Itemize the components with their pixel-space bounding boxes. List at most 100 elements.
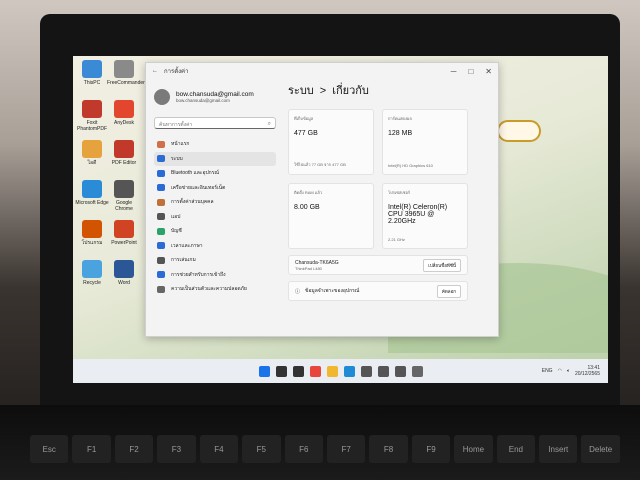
settings-icon[interactable] — [411, 365, 423, 377]
device-spec-row[interactable]: ⓘ ข้อมูลจำเพาะของอุปกรณ์ คัดลอก — [288, 281, 468, 301]
keyboard-key[interactable]: F1 — [72, 435, 111, 463]
desktop-shortcut[interactable]: PDF Editor — [107, 140, 141, 166]
desktop-shortcut[interactable]: โปรแกรม — [75, 220, 109, 246]
clock[interactable]: 13:41 20/12/2565 — [575, 365, 600, 377]
desktop-shortcut[interactable]: ThisPC — [75, 60, 109, 86]
clock-date: 20/12/2565 — [574, 371, 600, 377]
shield-icon — [157, 285, 165, 293]
app-icon — [82, 220, 102, 238]
volume-icon[interactable]: 🔈︎ — [567, 368, 570, 374]
sidebar-item-label: แอป — [171, 213, 181, 220]
keyboard-key[interactable]: F7 — [326, 435, 366, 463]
sidebar-item-label: การตั้งค่าส่วนบุคคล — [171, 199, 214, 206]
windows-start-icon[interactable] — [258, 365, 270, 377]
sidebar-item[interactable]: แอป — [154, 210, 276, 225]
taskbar: ENG ◠ 🔈︎ 13:41 20/12/2565 — [73, 359, 608, 383]
search-input[interactable]: ค้นหาการตั้งค่า ⌕ — [154, 117, 276, 129]
spec-card-value: 477 GB — [294, 130, 318, 137]
spec-card[interactable]: โปรเซสเซอร์ Intel(R) Celeron(R) CPU 3965U… — [382, 183, 468, 249]
copy-button[interactable]: คัดลอก — [436, 284, 461, 298]
spec-card[interactable]: ติดตั้ง RAM แล้ว 8.00 GB — [288, 183, 374, 249]
spec-card[interactable]: ที่เก็บข้อมูล 477 GB ใช้ไปแล้ว 77 GB จาก 4… — [288, 109, 374, 175]
desktop-shortcut[interactable]: Microsoft Edge — [75, 180, 109, 206]
sidebar-item[interactable]: ระบบ — [154, 151, 276, 166]
spec-card[interactable]: การ์ดแสดงผล 128 MB Intel(R) HD Graphics 61… — [382, 109, 468, 175]
desktop-shortcut-label: โปรแกรม — [81, 240, 103, 246]
spec-cards: ที่เก็บข้อมูล 477 GB ใช้ไปแล้ว 77 GB จาก 4… — [288, 109, 490, 249]
settings-window[interactable]: ← การตั้งค่า ─ □ ✕ bow.chansuda@gmail.co… — [145, 62, 499, 337]
store-icon[interactable] — [360, 365, 372, 377]
sidebar-item-label: Bluetooth และอุปกรณ์ — [171, 170, 220, 177]
calendar-icon[interactable] — [377, 365, 389, 377]
keyboard-key[interactable]: Insert — [539, 435, 578, 463]
user-profile[interactable]: bow.chansuda@gmail.com bow.chansuda@gmai… — [154, 85, 276, 109]
device-spec-label: ข้อมูลจำเพาะของอุปกรณ์ — [305, 288, 360, 294]
sidebar-item[interactable]: การช่วยสำหรับการเข้าถึง — [154, 268, 276, 283]
file-explorer-icon[interactable] — [326, 365, 338, 377]
close-button[interactable]: ✕ — [485, 67, 492, 76]
device-name-row: Chansuda-TK6A5G ThinkPad L480 เปลี่ยนชื่… — [288, 255, 468, 275]
task-view-icon[interactable] — [292, 365, 304, 377]
app-icon — [82, 60, 102, 78]
sidebar-item[interactable]: หน้าแรก — [154, 137, 276, 152]
rename-pc-button[interactable]: เปลี่ยนชื่อพีซีนี้ — [423, 258, 461, 272]
sidebar-item[interactable]: เวลาและภาษา — [154, 239, 276, 254]
desktop-shortcut[interactable]: Foxit PhantomPDF — [75, 100, 109, 132]
function-key-row: Esc F1 F2 F3 F4 F5 F6 F7 F8 F9 Home End Insert Delete — [30, 435, 620, 463]
sidebar-item[interactable]: เครือข่ายและอินเทอร์เน็ต — [154, 181, 276, 196]
maximize-button[interactable]: □ — [468, 67, 473, 76]
window-title: การตั้งค่า — [164, 69, 189, 75]
laptop-screen: ThisPC FreeCommander Foxit PhantomPDF AnyDe… — [73, 56, 608, 383]
keyboard-key[interactable]: F3 — [157, 435, 196, 463]
keyboard-key[interactable]: Home — [454, 435, 493, 463]
system-tray: ENG ◠ 🔈︎ 13:41 20/12/2565 — [542, 365, 600, 377]
wifi-tray-icon[interactable]: ◠ — [558, 368, 562, 374]
search-icon[interactable] — [275, 365, 287, 377]
keyboard-key[interactable]: F4 — [199, 435, 239, 463]
sidebar-item-label: บัญชี — [171, 228, 182, 235]
desktop-shortcut[interactable]: Word — [107, 260, 141, 286]
spec-card-value: Intel(R) Celeron(R) CPU 3965U @ 2.20GHz — [388, 204, 448, 225]
app-icon — [114, 260, 134, 278]
edge-icon[interactable] — [343, 365, 355, 377]
keyboard-key[interactable]: F9 — [411, 435, 451, 463]
back-arrow-icon[interactable]: ← — [152, 68, 158, 74]
keyboard-key[interactable]: F2 — [114, 435, 154, 463]
breadcrumb: ระบบ > เกี่ยวกับ — [288, 81, 490, 103]
minimize-button[interactable]: ─ — [451, 67, 457, 76]
desktop-shortcut[interactable]: FreeCommander — [107, 60, 145, 86]
spec-card-label: การ์ดแสดงผล — [388, 116, 412, 121]
sidebar-item-label: การช่วยสำหรับการเข้าถึง — [171, 271, 226, 278]
device-model: ThinkPad L480 — [295, 265, 322, 271]
desktop-shortcut[interactable]: Recycle — [75, 260, 109, 286]
desktop-shortcut[interactable]: Google Chrome — [107, 180, 141, 212]
keyboard-key[interactable]: F6 — [284, 435, 323, 463]
cloud-logo-icon — [497, 120, 541, 142]
profile-email: bow.chansuda@gmail.com — [176, 98, 230, 103]
spec-card-value: 8.00 GB — [294, 204, 320, 211]
app-icon — [114, 60, 134, 78]
keyboard-key[interactable]: F5 — [242, 435, 281, 463]
sidebar-item-label: หน้าแรก — [171, 141, 190, 148]
keyboard-key[interactable]: F8 — [369, 435, 408, 463]
sidebar-item[interactable]: ความเป็นส่วนตัวและความปลอดภัย — [154, 282, 276, 297]
apps-icon — [157, 213, 165, 221]
keyboard-key[interactable]: Esc — [30, 435, 69, 463]
chrome-icon[interactable] — [309, 365, 321, 377]
device-name: Chansuda-TK6A5G — [295, 259, 339, 266]
keyboard-key[interactable]: End — [496, 435, 536, 463]
game-icon — [157, 256, 165, 264]
sidebar-item[interactable]: การเล่นเกม — [154, 253, 276, 268]
settings-sidebar: bow.chansuda@gmail.com bow.chansuda@gmai… — [154, 85, 276, 336]
language-indicator[interactable]: ENG — [542, 368, 553, 374]
app-icon — [114, 140, 134, 158]
sidebar-item[interactable]: บัญชี — [154, 224, 276, 239]
camera-icon[interactable] — [394, 365, 406, 377]
breadcrumb-parent[interactable]: ระบบ — [288, 85, 314, 97]
desktop-shortcut[interactable]: PowerPoint — [107, 220, 141, 246]
sidebar-item[interactable]: การตั้งค่าส่วนบุคคล — [154, 195, 276, 210]
desktop-shortcut[interactable]: AnyDesk — [107, 100, 141, 126]
keyboard-key[interactable]: Delete — [581, 435, 620, 463]
desktop-shortcut[interactable]: ไอดี — [75, 140, 109, 166]
sidebar-item[interactable]: Bluetooth และอุปกรณ์ — [154, 166, 276, 181]
